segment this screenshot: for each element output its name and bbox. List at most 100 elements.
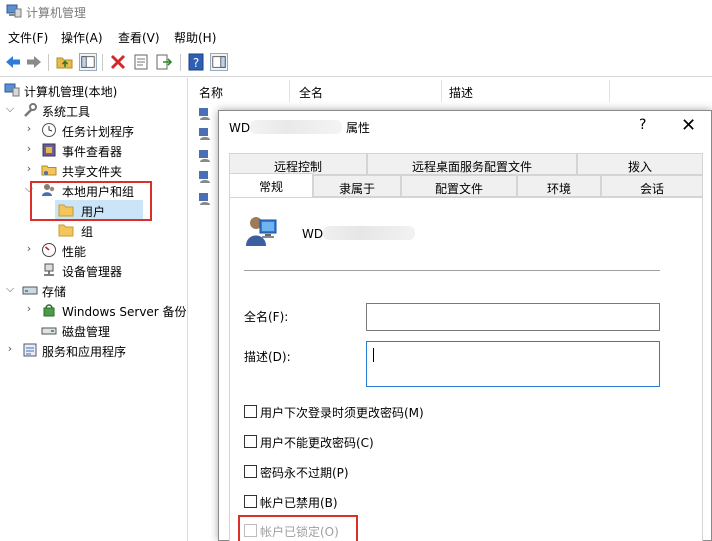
column-separator <box>289 80 290 102</box>
tree-label: 共享文件夹 <box>62 165 123 179</box>
clock-icon <box>42 123 56 137</box>
up-folder-icon[interactable] <box>56 53 74 71</box>
tree-label: 存储 <box>42 285 67 299</box>
tree-label: 任务计划程序 <box>62 125 135 139</box>
action-pane-icon[interactable] <box>210 53 228 71</box>
help-icon[interactable]: ? <box>187 53 205 71</box>
show-hide-tree-icon[interactable] <box>79 53 97 71</box>
tree-label: 设备管理器 <box>62 265 123 279</box>
column-header-name[interactable]: 名称 <box>199 84 223 101</box>
column-header-fullname[interactable]: 全名 <box>299 84 323 101</box>
tree-item-shared-folders[interactable]: › 共享文件夹 <box>0 160 188 180</box>
red-highlight-box <box>238 515 358 541</box>
checkbox-box[interactable] <box>244 465 257 478</box>
tree-label: 计算机管理(本地) <box>24 85 118 99</box>
tree-label: 磁盘管理 <box>62 325 111 339</box>
user-icon <box>199 128 210 140</box>
properties-icon[interactable] <box>132 53 150 71</box>
tab-dial-in[interactable]: 拨入 <box>577 153 703 175</box>
chevron-right-icon[interactable]: › <box>23 162 35 175</box>
forward-arrow-icon[interactable] <box>25 53 43 71</box>
tree-item-windows-server-backup[interactable]: › Windows Server 备份 <box>0 300 188 320</box>
tree-label: 组 <box>81 225 94 239</box>
tab-row-back: 远程控制 远程桌面服务配置文件 拨入 <box>229 153 703 175</box>
column-header-description[interactable]: 描述 <box>449 84 473 101</box>
chevron-right-icon[interactable]: › <box>23 302 35 315</box>
text-caret <box>373 348 374 362</box>
checkbox-label: 密码永不过期(P) <box>260 466 349 480</box>
divider <box>244 270 660 271</box>
tab-environment[interactable]: 环境 <box>517 175 601 197</box>
tree-item-task-scheduler[interactable]: › 任务计划程序 <box>0 120 188 140</box>
user-icon <box>199 193 210 205</box>
chevron-right-icon[interactable]: › <box>23 122 35 135</box>
folder-icon <box>58 224 74 237</box>
tree-item-groups[interactable]: 组 <box>55 220 143 240</box>
user-icon <box>199 171 210 183</box>
red-highlight-box <box>30 181 152 221</box>
dialog-help-button[interactable]: ? <box>639 117 646 133</box>
description-label: 描述(D): <box>244 350 291 364</box>
menu-file[interactable]: 文件(F) <box>8 29 48 46</box>
column-separator <box>441 80 442 102</box>
tools-icon <box>24 103 37 117</box>
checkbox-label: 用户不能更改密码(C) <box>260 436 374 450</box>
chevron-down-icon[interactable]: ⌵ <box>4 282 16 296</box>
chevron-down-icon[interactable]: ⌵ <box>4 102 16 116</box>
user-icon <box>199 108 210 120</box>
tree-item-services-apps[interactable]: › 服务和应用程序 <box>0 340 188 360</box>
tree-item-root[interactable]: 计算机管理(本地) <box>0 80 188 100</box>
chevron-right-icon[interactable]: › <box>4 342 16 355</box>
chevron-right-icon[interactable]: › <box>23 242 35 255</box>
column-separator <box>609 80 610 102</box>
tab-remote-desktop-profile[interactable]: 远程桌面服务配置文件 <box>367 153 577 175</box>
computer-management-icon <box>4 83 20 97</box>
performance-icon <box>42 243 56 257</box>
user-name-prefix: WD <box>302 227 324 241</box>
dialog-title-suffix: 属性 <box>345 121 370 135</box>
export-list-icon[interactable] <box>155 53 173 71</box>
toolbar-separator <box>180 54 181 71</box>
toolbar-separator <box>102 54 103 71</box>
tab-general[interactable]: 常规 <box>229 173 313 198</box>
window-titlebar: 计算机管理 <box>0 0 712 24</box>
computer-management-icon <box>6 4 22 18</box>
shared-folder-icon <box>41 165 57 176</box>
fullname-input[interactable] <box>366 303 660 331</box>
tree-item-storage[interactable]: ⌵ 存储 <box>0 280 188 300</box>
menu-help[interactable]: 帮助(H) <box>174 29 216 46</box>
tab-sessions[interactable]: 会话 <box>601 175 703 197</box>
checkbox-box[interactable] <box>244 495 257 508</box>
redacted-username <box>323 226 416 240</box>
fullname-label: 全名(F): <box>244 310 289 324</box>
checkbox-label: 帐户已禁用(B) <box>260 496 338 510</box>
menu-bar: 文件(F) 操作(A) 查看(V) 帮助(H) <box>0 26 712 48</box>
tree-item-disk-management[interactable]: 磁盘管理 <box>0 320 188 340</box>
dialog-title: WD 属性 <box>229 119 370 136</box>
checkbox-box[interactable] <box>244 435 257 448</box>
tab-member-of[interactable]: 隶属于 <box>313 175 401 197</box>
tree-item-device-manager[interactable]: 设备管理器 <box>0 260 188 280</box>
redacted-username <box>250 120 343 134</box>
tree-label: Windows Server 备份 <box>62 305 187 319</box>
delete-icon[interactable] <box>109 53 127 71</box>
backup-icon <box>43 304 55 317</box>
event-viewer-icon <box>42 143 56 157</box>
checkbox-label: 用户下次登录时须更改密码(M) <box>260 406 424 420</box>
tab-profile[interactable]: 配置文件 <box>401 175 517 197</box>
description-input[interactable] <box>366 341 660 387</box>
menu-view[interactable]: 查看(V) <box>118 29 160 46</box>
toolbar: ? <box>0 49 712 77</box>
back-arrow-icon[interactable] <box>4 53 22 71</box>
tree-item-performance[interactable]: › 性能 <box>0 240 188 260</box>
chevron-right-icon[interactable]: › <box>23 142 35 155</box>
checkbox-box[interactable] <box>244 405 257 418</box>
tree-label: 服务和应用程序 <box>42 345 127 359</box>
menu-action[interactable]: 操作(A) <box>61 29 103 46</box>
dialog-close-button[interactable]: ✕ <box>681 115 696 136</box>
tree-item-system-tools[interactable]: ⌵ 系统工具 <box>0 100 188 120</box>
tree-item-event-viewer[interactable]: › 事件查看器 <box>0 140 188 160</box>
svg-text:?: ? <box>193 56 199 70</box>
tab-remote-control[interactable]: 远程控制 <box>229 153 367 175</box>
general-tab-panel: WD 全名(F): 描述(D): 用户下次登录时须更改密码(M) 用户不能更改密… <box>229 197 703 541</box>
